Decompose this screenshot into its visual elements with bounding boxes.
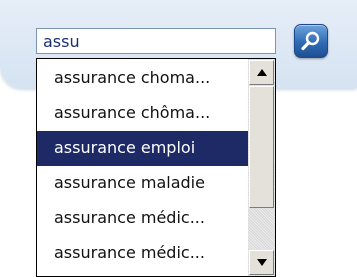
scroll-up-button[interactable]	[249, 60, 274, 85]
magnifier-icon	[301, 31, 320, 51]
arrow-down-icon	[257, 259, 267, 266]
suggestion-item[interactable]: assurance médic...	[37, 201, 249, 236]
suggestion-list: assurance choma... assurance chôma... as…	[37, 61, 249, 271]
vertical-scrollbar[interactable]	[248, 59, 275, 276]
suggestion-dropdown: assurance choma... assurance chôma... as…	[36, 58, 276, 277]
scroll-down-button[interactable]	[249, 250, 274, 275]
suggestion-item-selected[interactable]: assurance emploi	[37, 131, 249, 166]
suggestion-item[interactable]: assurance médic...	[37, 236, 249, 271]
search-input[interactable]	[36, 28, 276, 54]
suggestion-item[interactable]: assurance maladie	[37, 166, 249, 201]
search-button[interactable]	[294, 24, 328, 58]
scrollbar-thumb[interactable]	[249, 86, 274, 208]
arrow-up-icon	[257, 69, 267, 76]
suggestion-item[interactable]: assurance choma...	[37, 61, 249, 96]
suggestion-item[interactable]: assurance chôma...	[37, 96, 249, 131]
